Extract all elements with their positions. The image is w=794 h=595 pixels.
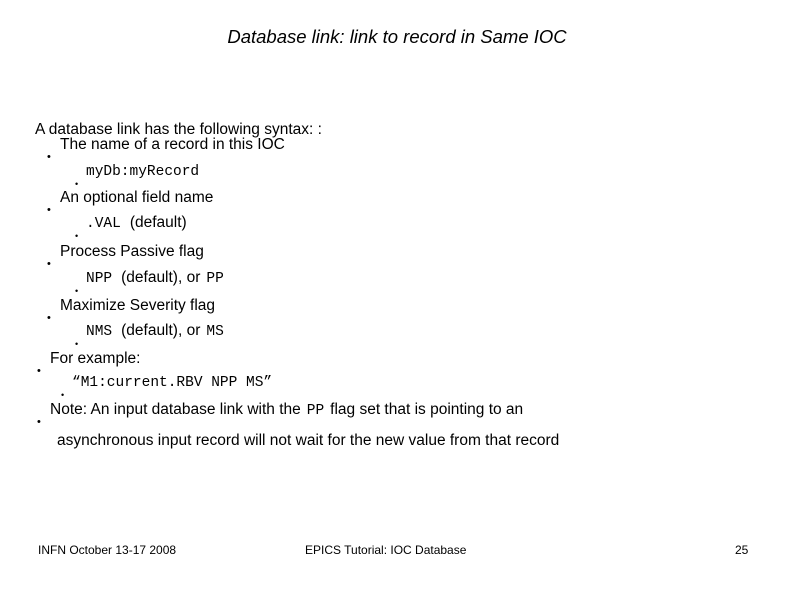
list-item-label: Process Passive flag (60, 243, 204, 260)
code-annotation: (default) (129, 214, 187, 231)
code-text-alt: PP (206, 271, 224, 287)
slide: Database link: link to record in Same IO… (0, 0, 794, 595)
code-text: NMS (86, 324, 113, 340)
example-code-text: “M1:current.RBV NPP MS” (72, 375, 273, 391)
footer-deck-title: EPICS Tutorial: IOC Database (305, 543, 467, 557)
example-value: “M1:current.RBV NPP MS” (61, 372, 273, 405)
list-item-label: The name of a record in this IOC (60, 136, 285, 153)
list-item-label: An optional field name (60, 189, 214, 206)
list-item: An optional field name (47, 188, 214, 220)
code-text: myDb:myRecord (86, 164, 200, 180)
list-item: Process Passive flag (47, 242, 204, 274)
note-prefix: Note: An input database link with the (50, 401, 301, 418)
note-line-1: Note: An input database link with the PP f… (37, 400, 524, 432)
note-flag: PP (306, 403, 325, 419)
code-text-alt: MS (206, 324, 224, 340)
note-suffix: flag set that is pointing to an (330, 401, 524, 418)
code-annotation: (default), or (121, 269, 201, 286)
footer-event-date: INFN October 13-17 2008 (38, 543, 177, 557)
list-item: .VAL (default) (75, 213, 187, 246)
list-item: NMS (default), or MS (75, 321, 224, 354)
list-item: The name of a record in this IOC (47, 135, 285, 167)
code-annotation: (default), or (121, 322, 201, 339)
footer-page-number: 25 (735, 543, 749, 557)
code-text: NPP (86, 271, 113, 287)
slide-body: A database link has the following syntax… (0, 0, 794, 595)
example-label-text: For example: (50, 350, 141, 367)
list-item: myDb:myRecord (75, 161, 200, 194)
list-item: Maximize Severity flag (47, 296, 216, 328)
list-item: NPP (default), or PP (75, 268, 224, 301)
code-text: .VAL (86, 216, 121, 232)
note-line-2: asynchronous input record will not wait … (57, 432, 560, 449)
list-item-label: Maximize Severity flag (60, 297, 216, 314)
example-label: For example: (37, 349, 141, 381)
slide-footer: INFN October 13-17 2008 EPICS Tutorial: … (0, 542, 794, 560)
